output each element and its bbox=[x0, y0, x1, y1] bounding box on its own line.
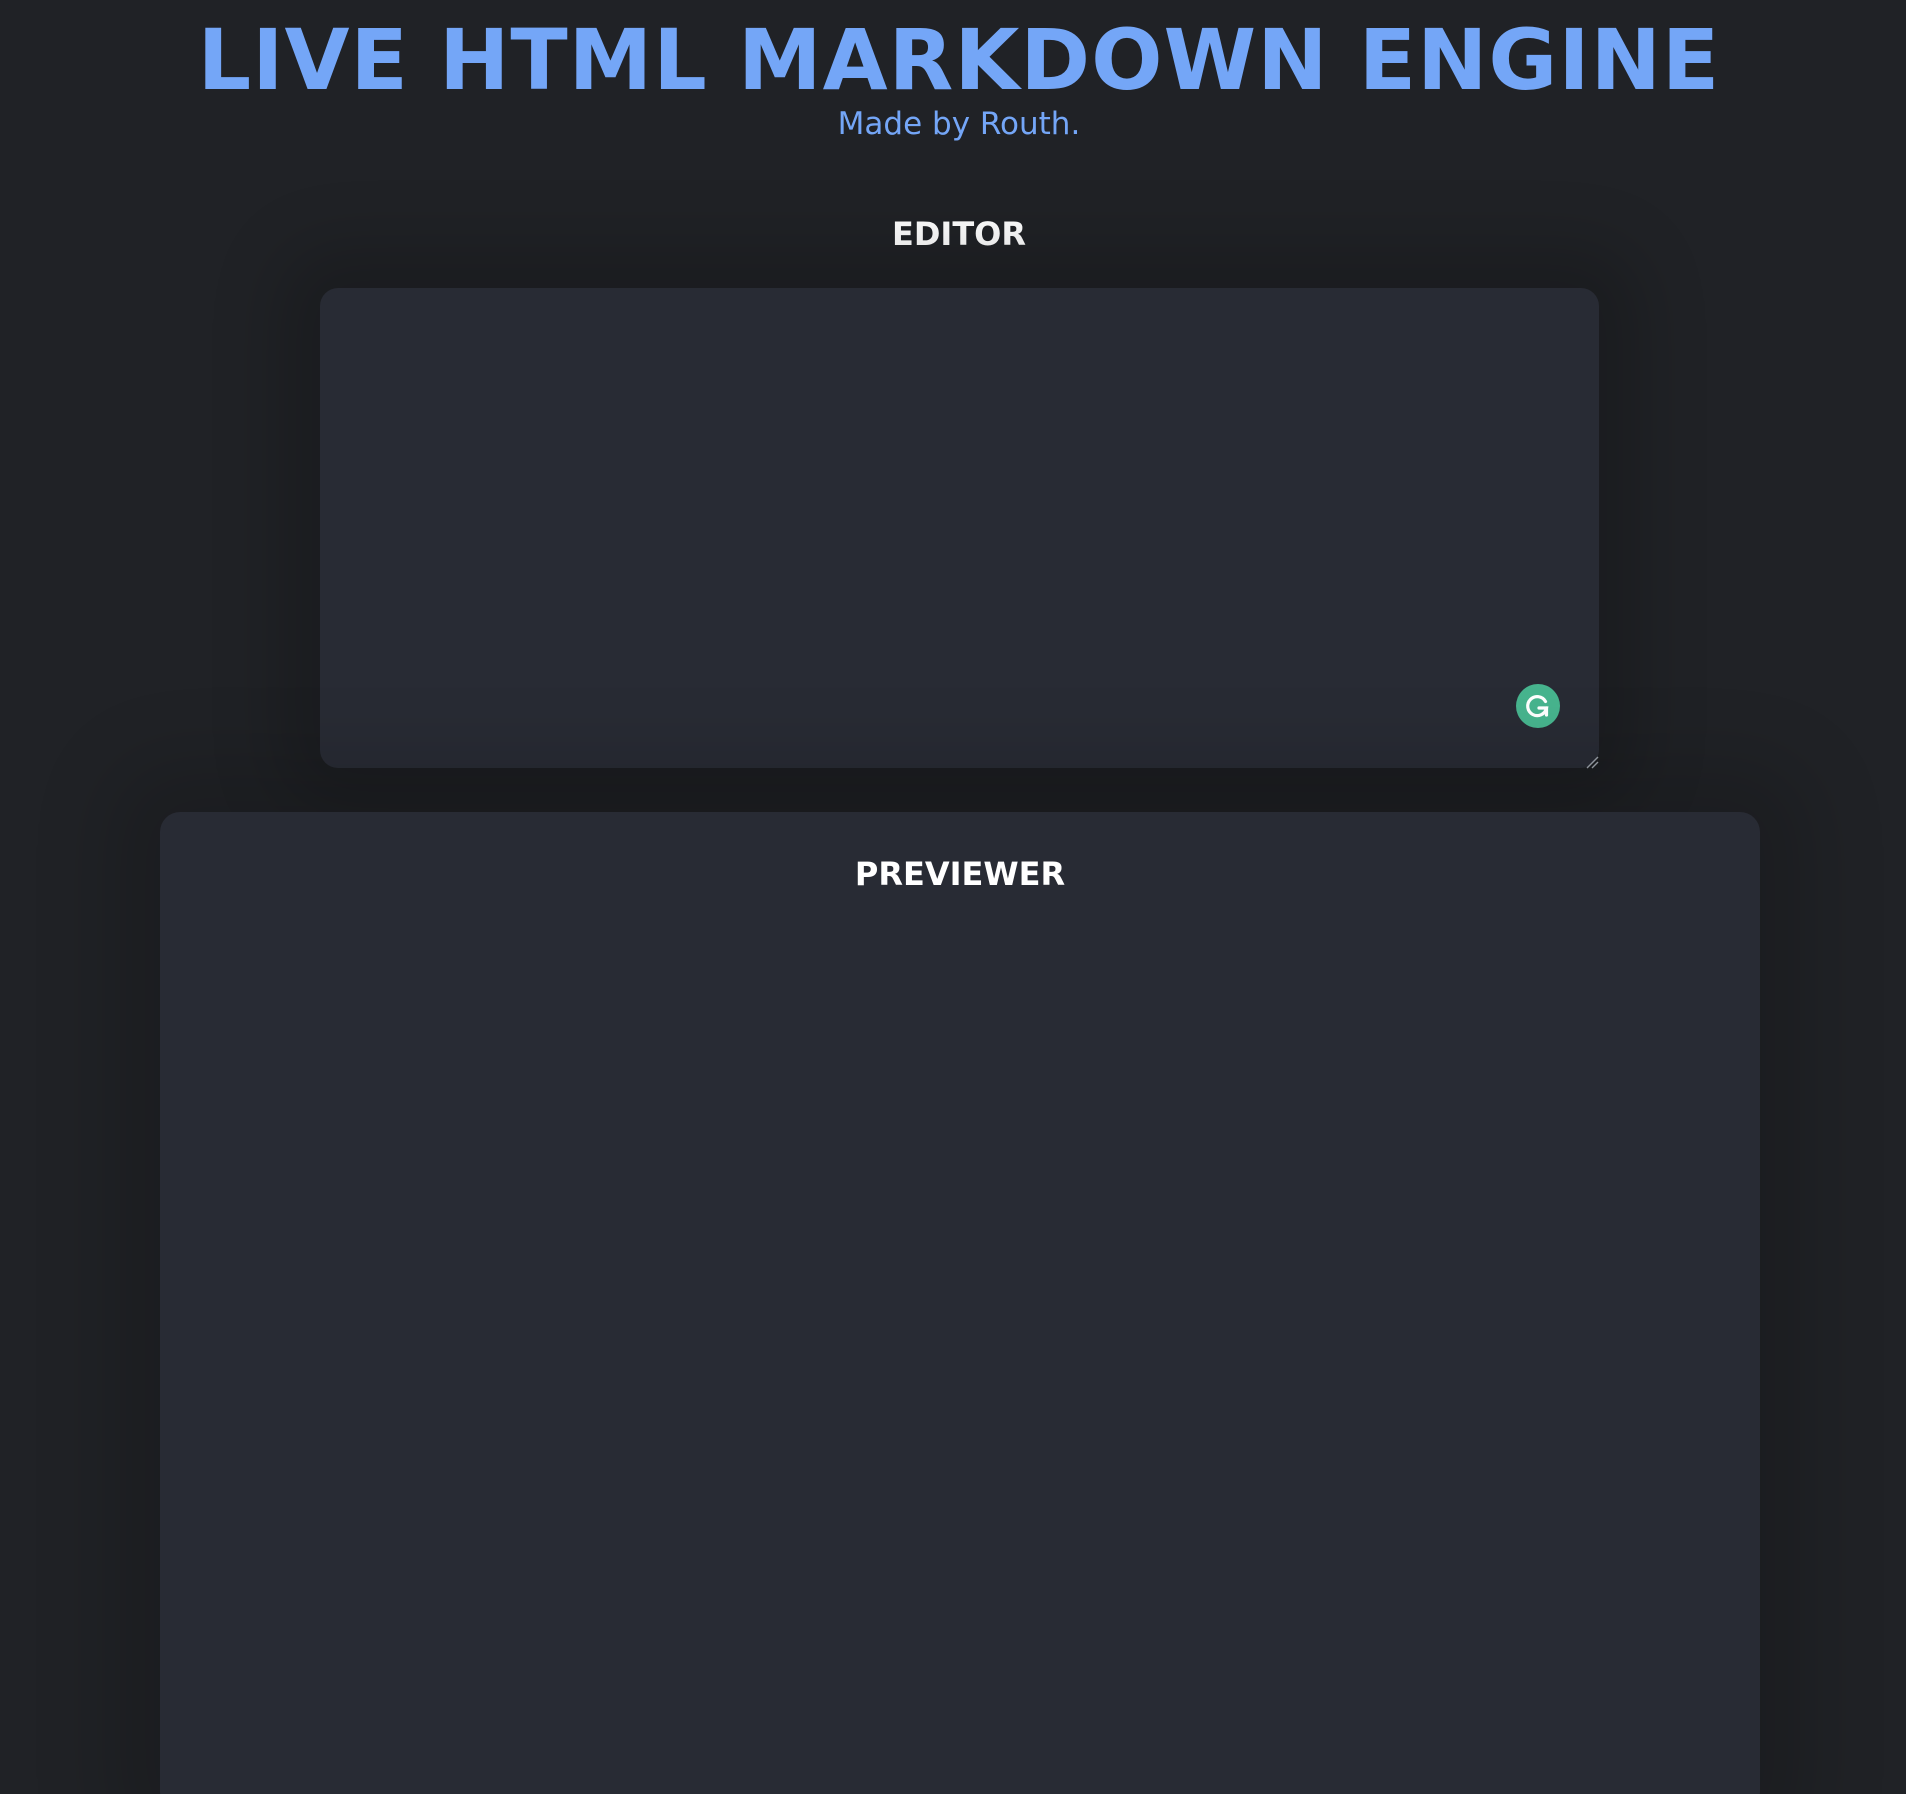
previewer-heading: PREVIEWER bbox=[854, 855, 1066, 893]
grammarly-icon[interactable] bbox=[1516, 684, 1560, 728]
editor-heading: EDITOR bbox=[892, 215, 1026, 253]
resize-handle-icon[interactable] bbox=[1585, 754, 1599, 769]
editor-panel bbox=[320, 288, 1599, 769]
editor-textarea[interactable] bbox=[320, 288, 1599, 768]
page: LIVE HTML MARKDOWN ENGINE Made by Routh.… bbox=[0, 0, 1906, 1794]
previewer-panel: PREVIEWER bbox=[160, 812, 1760, 1794]
preview-content bbox=[200, 922, 1720, 1794]
page-subtitle: Made by Routh. bbox=[837, 106, 1081, 142]
page-title: LIVE HTML MARKDOWN ENGINE bbox=[197, 11, 1721, 109]
